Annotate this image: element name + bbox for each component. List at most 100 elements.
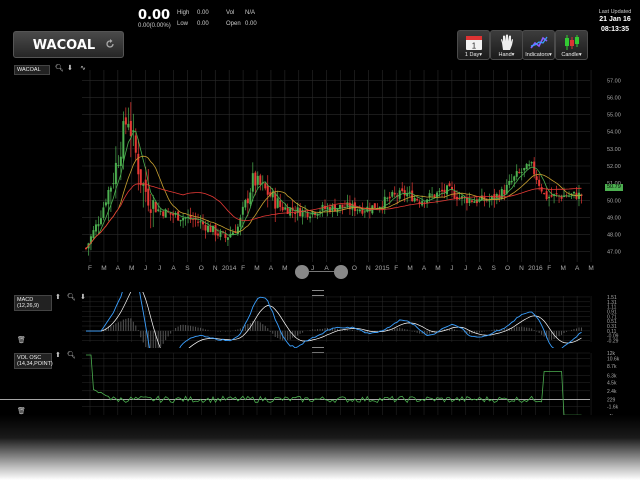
last-updated-time: 08:13:35 xyxy=(600,26,630,33)
x-tick-label: N xyxy=(519,265,524,272)
candle-body xyxy=(144,179,147,192)
candle-body xyxy=(209,225,212,233)
hand-button[interactable]: Hand▾ xyxy=(490,30,523,60)
price-chart[interactable]: FMAMJJASON2014FMAMJJASON2015FMAMJJASON20… xyxy=(0,62,640,290)
candle-body xyxy=(540,186,543,192)
candle-body xyxy=(473,201,476,203)
candle-body xyxy=(545,191,548,200)
candle-body xyxy=(515,171,518,177)
candle-body xyxy=(157,209,160,211)
y-tick-label: 57.00 xyxy=(607,78,621,84)
open-label: Open xyxy=(226,21,241,27)
candle-label: Candle▾ xyxy=(561,52,582,58)
candle-body xyxy=(408,191,411,193)
x-tick-label: A xyxy=(269,265,274,272)
zoom-icon[interactable]: 🔍︎ xyxy=(55,65,64,73)
candle-body xyxy=(199,221,202,223)
candle-body xyxy=(356,209,359,211)
x-tick-label: O xyxy=(505,265,510,272)
y-tick-label: 50.00 xyxy=(607,198,621,204)
candle-body xyxy=(326,207,329,210)
candle-body xyxy=(204,224,207,231)
x-tick-label: 2014 xyxy=(222,265,237,272)
trash-icon[interactable]: 🗑︎ xyxy=(17,337,26,345)
candle-body xyxy=(573,191,576,194)
vol-osc-panel[interactable]: 12k10.6k8.7k6.3k4.5k2.4k229-1.6k-4k VOL … xyxy=(0,350,640,420)
period-label: 1 Day▾ xyxy=(464,52,483,58)
vol-osc-chart[interactable]: 12k10.6k8.7k6.3k4.5k2.4k229-1.6k-4k xyxy=(0,350,640,420)
candle-body xyxy=(468,198,471,204)
candle-body xyxy=(147,188,150,206)
zoom-icon[interactable]: 🔍︎ xyxy=(67,352,76,360)
low-value: 0.00 xyxy=(197,21,209,27)
candle-body xyxy=(162,211,165,217)
candle-body xyxy=(219,231,222,237)
candle-body xyxy=(520,172,523,174)
candle-body xyxy=(159,210,162,212)
candle-body xyxy=(216,233,219,236)
candle-body xyxy=(530,162,533,164)
symbol-box[interactable]: WACOAL xyxy=(13,31,124,58)
draw-tool-icon[interactable]: ∿ xyxy=(80,65,86,73)
y-tick-label: 2.4k xyxy=(607,389,617,395)
x-tick-label: F xyxy=(241,265,245,272)
y-tick-label: 48.00 xyxy=(607,233,621,239)
macd-panel[interactable]: 1.51 1.31 1.11 0.91 0.71 0.51 0.31 0.11 -0.09 -0.… xyxy=(0,292,640,348)
candle-body xyxy=(403,190,406,196)
candle-body xyxy=(525,163,528,170)
candle-body xyxy=(309,216,312,219)
candle-body xyxy=(129,120,132,136)
x-tick-label: M xyxy=(588,265,593,272)
move-up-icon[interactable]: ⬆ xyxy=(55,294,61,302)
candle-button[interactable]: Candle▾ xyxy=(555,30,588,60)
y-tick-label: 53.00 xyxy=(607,147,621,153)
candle-body xyxy=(246,198,249,204)
candle-body xyxy=(401,188,404,192)
calendar-day: 1 xyxy=(472,42,477,51)
y-tick-label: 6.3k xyxy=(607,373,617,379)
candle-body xyxy=(543,192,546,194)
move-up-icon[interactable]: ⬆ xyxy=(55,352,61,360)
candle-body xyxy=(346,202,349,207)
x-tick-label: M xyxy=(101,265,106,272)
refresh-icon[interactable] xyxy=(105,39,115,49)
y-tick-label: 10.6k xyxy=(607,357,620,363)
candle-body xyxy=(441,189,444,192)
candle-body xyxy=(550,194,553,197)
y-tick-label: 49.00 xyxy=(607,215,621,221)
symbol-name: WACOAL xyxy=(32,38,96,53)
hand-icon xyxy=(501,34,513,50)
download-icon[interactable]: ⬇ xyxy=(67,65,73,73)
vol-label: Vol xyxy=(226,10,235,16)
x-tick-label: F xyxy=(394,265,398,272)
candle-body xyxy=(127,123,130,128)
candle-body xyxy=(251,173,254,192)
scroll-left-handle[interactable] xyxy=(295,265,309,279)
scroll-right-handle[interactable] xyxy=(334,265,348,279)
candle-body xyxy=(94,224,97,232)
candle-body xyxy=(164,209,167,218)
x-tick-label: M xyxy=(407,265,412,272)
last-updated-date: 21 Jan 16 xyxy=(599,16,631,23)
candle-body xyxy=(523,168,526,171)
price-chart-panel[interactable]: FMAMJJASON2014FMAMJJASON2015FMAMJJASON20… xyxy=(0,62,640,290)
candle-body xyxy=(139,169,142,186)
candle-body xyxy=(500,189,503,199)
candle-body xyxy=(495,194,498,198)
price-chart-label: WACOAL xyxy=(14,65,50,75)
candle-body xyxy=(107,189,110,205)
candle-body xyxy=(109,187,112,192)
candle-body xyxy=(510,180,513,183)
candle-body xyxy=(294,212,297,215)
zoom-icon[interactable]: 🔍︎ xyxy=(67,294,76,302)
move-down-icon[interactable]: ⬇ xyxy=(80,294,86,302)
candle-body xyxy=(266,185,269,195)
x-tick-label: A xyxy=(478,265,483,272)
period-button[interactable]: 1 1 Day▾ xyxy=(457,30,490,60)
indicators-button[interactable]: Indicators▾ xyxy=(522,30,555,60)
candle-body xyxy=(446,185,449,195)
candle-body xyxy=(276,198,279,208)
candle-body xyxy=(152,200,155,209)
price-change: 0.00(0.00%) xyxy=(138,23,171,29)
macd-chart[interactable]: 1.511.311.110.910.710.510.310.11-0.09-0.… xyxy=(0,292,640,348)
